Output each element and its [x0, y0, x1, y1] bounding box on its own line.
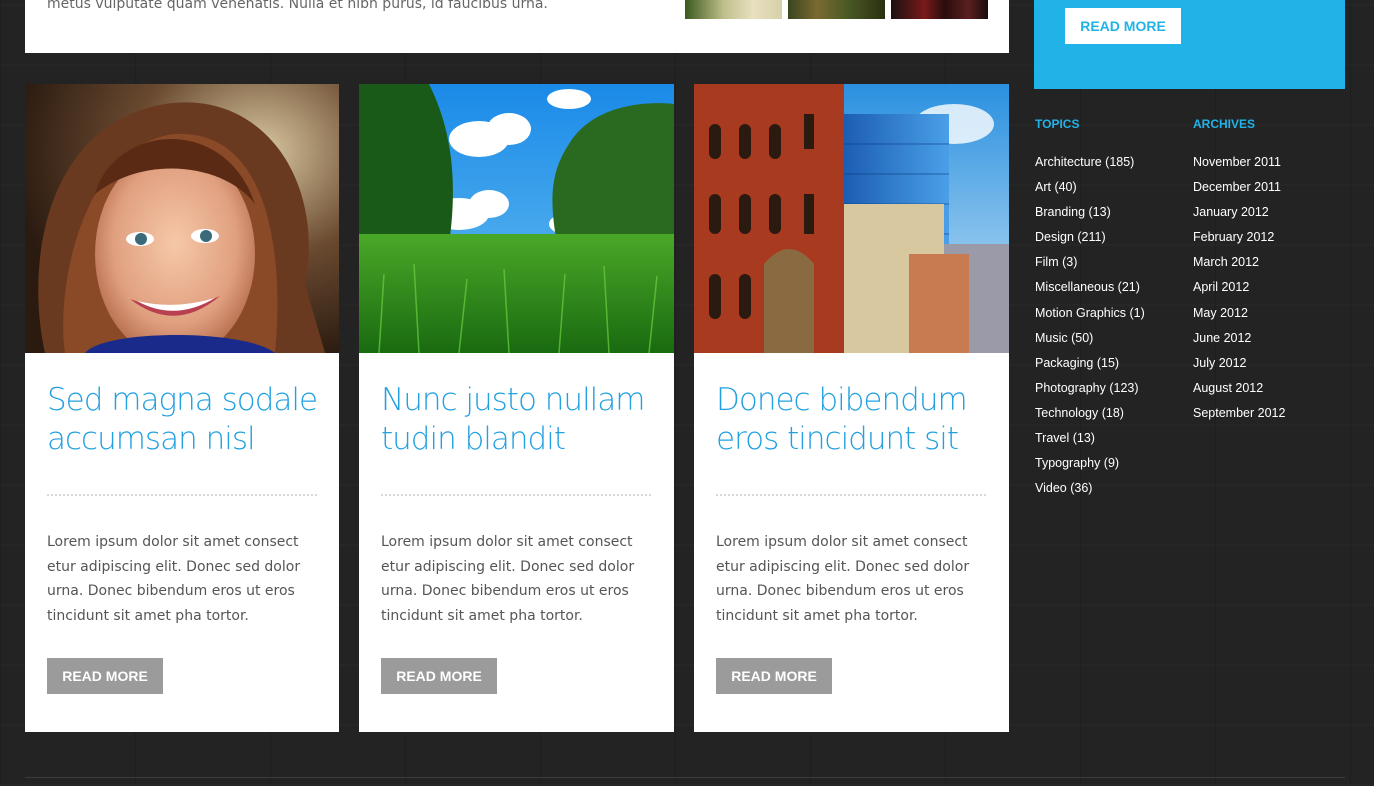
read-more-button[interactable]: READ MORE — [381, 658, 497, 694]
archive-link[interactable]: January 2012 — [1193, 202, 1285, 227]
archive-link[interactable]: April 2012 — [1193, 277, 1285, 302]
archives-heading: ARCHIVES — [1193, 117, 1256, 131]
divider — [716, 494, 986, 496]
topic-link[interactable]: Architecture (185) — [1035, 152, 1145, 177]
topic-link[interactable]: Motion Graphics (1) — [1035, 303, 1145, 328]
topic-link[interactable]: Design (211) — [1035, 227, 1145, 252]
post-card: Donec bibendum eros tincidunt sit Lorem … — [694, 84, 1009, 732]
read-more-button[interactable]: READ MORE — [716, 658, 832, 694]
topic-link[interactable]: Typography (9) — [1035, 453, 1145, 478]
top-post-excerpt: metus vulputate quam venenatis. Nulla et… — [47, 0, 548, 12]
topics-list: Architecture (185) Art (40) Branding (13) D… — [1035, 152, 1145, 503]
post-image-city[interactable] — [694, 84, 1009, 353]
post-card: Sed magna sodale accumsan nisl Lorem ips… — [25, 84, 339, 732]
post-title[interactable]: Donec bibendum eros tincidunt sit — [716, 381, 996, 459]
gallery-thumbnail[interactable] — [685, 0, 782, 19]
divider — [47, 494, 317, 496]
topic-link[interactable]: Packaging (15) — [1035, 353, 1145, 378]
post-excerpt: Lorem ipsum dolor sit amet consect etur … — [47, 534, 301, 624]
archive-link[interactable]: February 2012 — [1193, 227, 1285, 252]
archive-link[interactable]: November 2011 — [1193, 152, 1285, 177]
topic-link[interactable]: Photography (123) — [1035, 378, 1145, 403]
topic-link[interactable]: Miscellaneous (21) — [1035, 277, 1145, 302]
promo-read-more-button[interactable]: READ MORE — [1065, 8, 1181, 44]
post-title[interactable]: Sed magna sodale accumsan nisl — [47, 381, 327, 459]
archive-link[interactable]: December 2011 — [1193, 177, 1285, 202]
gallery-thumbnail[interactable] — [788, 0, 885, 19]
topic-link[interactable]: Art (40) — [1035, 177, 1145, 202]
post-excerpt: Lorem ipsum dolor sit amet consect etur … — [381, 534, 635, 624]
post-card: Nunc justo nullam tudin blandit Lorem ip… — [359, 84, 674, 732]
topic-link[interactable]: Music (50) — [1035, 328, 1145, 353]
archives-list: November 2011 December 2011 January 2012 Fe… — [1193, 152, 1285, 428]
top-post-card: metus vulputate quam venenatis. Nulla et… — [25, 0, 1009, 53]
archive-link[interactable]: August 2012 — [1193, 378, 1285, 403]
archive-link[interactable]: March 2012 — [1193, 252, 1285, 277]
post-title[interactable]: Nunc justo nullam tudin blandit — [381, 381, 661, 459]
topics-heading: TOPICS — [1035, 117, 1080, 131]
topic-link[interactable]: Film (3) — [1035, 252, 1145, 277]
read-more-button[interactable]: READ MORE — [47, 658, 163, 694]
post-excerpt: Lorem ipsum dolor sit amet consect etur … — [716, 534, 970, 624]
archive-link[interactable]: June 2012 — [1193, 328, 1285, 353]
divider — [381, 494, 651, 496]
archive-link[interactable]: May 2012 — [1193, 303, 1285, 328]
topic-link[interactable]: Video (36) — [1035, 478, 1145, 503]
promo-box: READ MORE — [1034, 0, 1345, 89]
post-image-landscape[interactable] — [359, 84, 674, 353]
topic-link[interactable]: Branding (13) — [1035, 202, 1145, 227]
gallery-thumbnail[interactable] — [891, 0, 988, 19]
archive-link[interactable]: September 2012 — [1193, 403, 1285, 428]
topic-link[interactable]: Travel (13) — [1035, 428, 1145, 453]
topic-link[interactable]: Technology (18) — [1035, 403, 1145, 428]
footer-divider — [25, 777, 1345, 778]
post-image-portrait[interactable] — [25, 84, 340, 353]
archive-link[interactable]: July 2012 — [1193, 353, 1285, 378]
